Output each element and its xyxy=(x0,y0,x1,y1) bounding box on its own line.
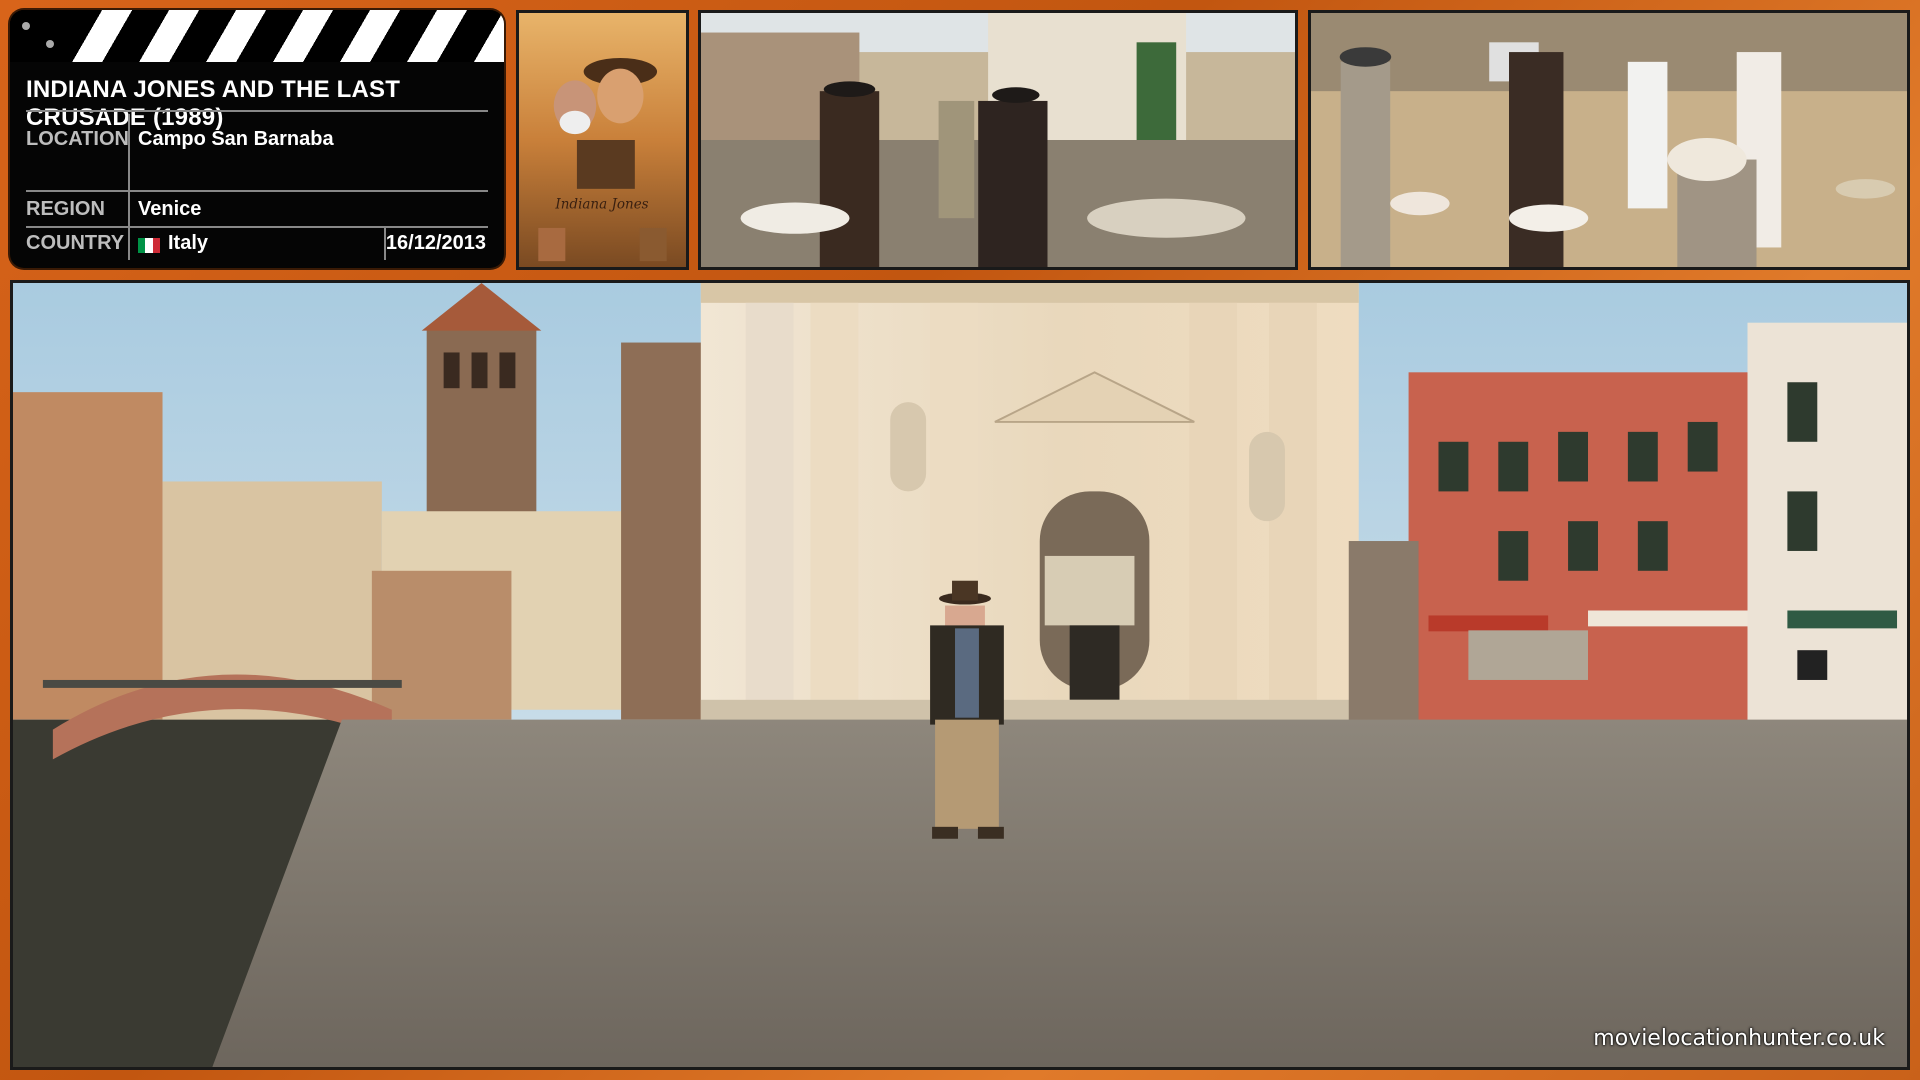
clapperboard-stripes xyxy=(10,10,504,62)
film-still-1 xyxy=(698,10,1298,270)
movie-title: INDIANA JONES AND THE LAST CRUSADE (1989… xyxy=(26,76,401,131)
region-label: REGION xyxy=(26,198,105,220)
location-label: LOCATION xyxy=(26,128,129,150)
film-still-2 xyxy=(1308,10,1910,270)
website-watermark: movielocationhunter.co.uk xyxy=(1593,1026,1885,1051)
country-label: COUNTRY xyxy=(26,232,125,254)
svg-text:Indiana Jones: Indiana Jones xyxy=(554,196,648,212)
movie-poster-image: Indiana Jones xyxy=(516,10,689,270)
divider xyxy=(26,190,488,192)
country-value: Italy xyxy=(168,232,209,254)
italy-flag-icon xyxy=(138,238,160,253)
location-photo-campo-san-barnaba: movielocationhunter.co.uk xyxy=(10,280,1910,1070)
divider xyxy=(26,226,488,228)
visit-date: 16/12/2013 xyxy=(385,232,486,254)
location-info-card: INDIANA JONES AND THE LAST CRUSADE (1989… xyxy=(10,10,504,268)
clapperboard-hinge-icon xyxy=(10,10,68,62)
location-value: Campo San Barnaba xyxy=(138,128,334,150)
region-value: Venice xyxy=(138,198,202,220)
divider xyxy=(26,110,488,112)
